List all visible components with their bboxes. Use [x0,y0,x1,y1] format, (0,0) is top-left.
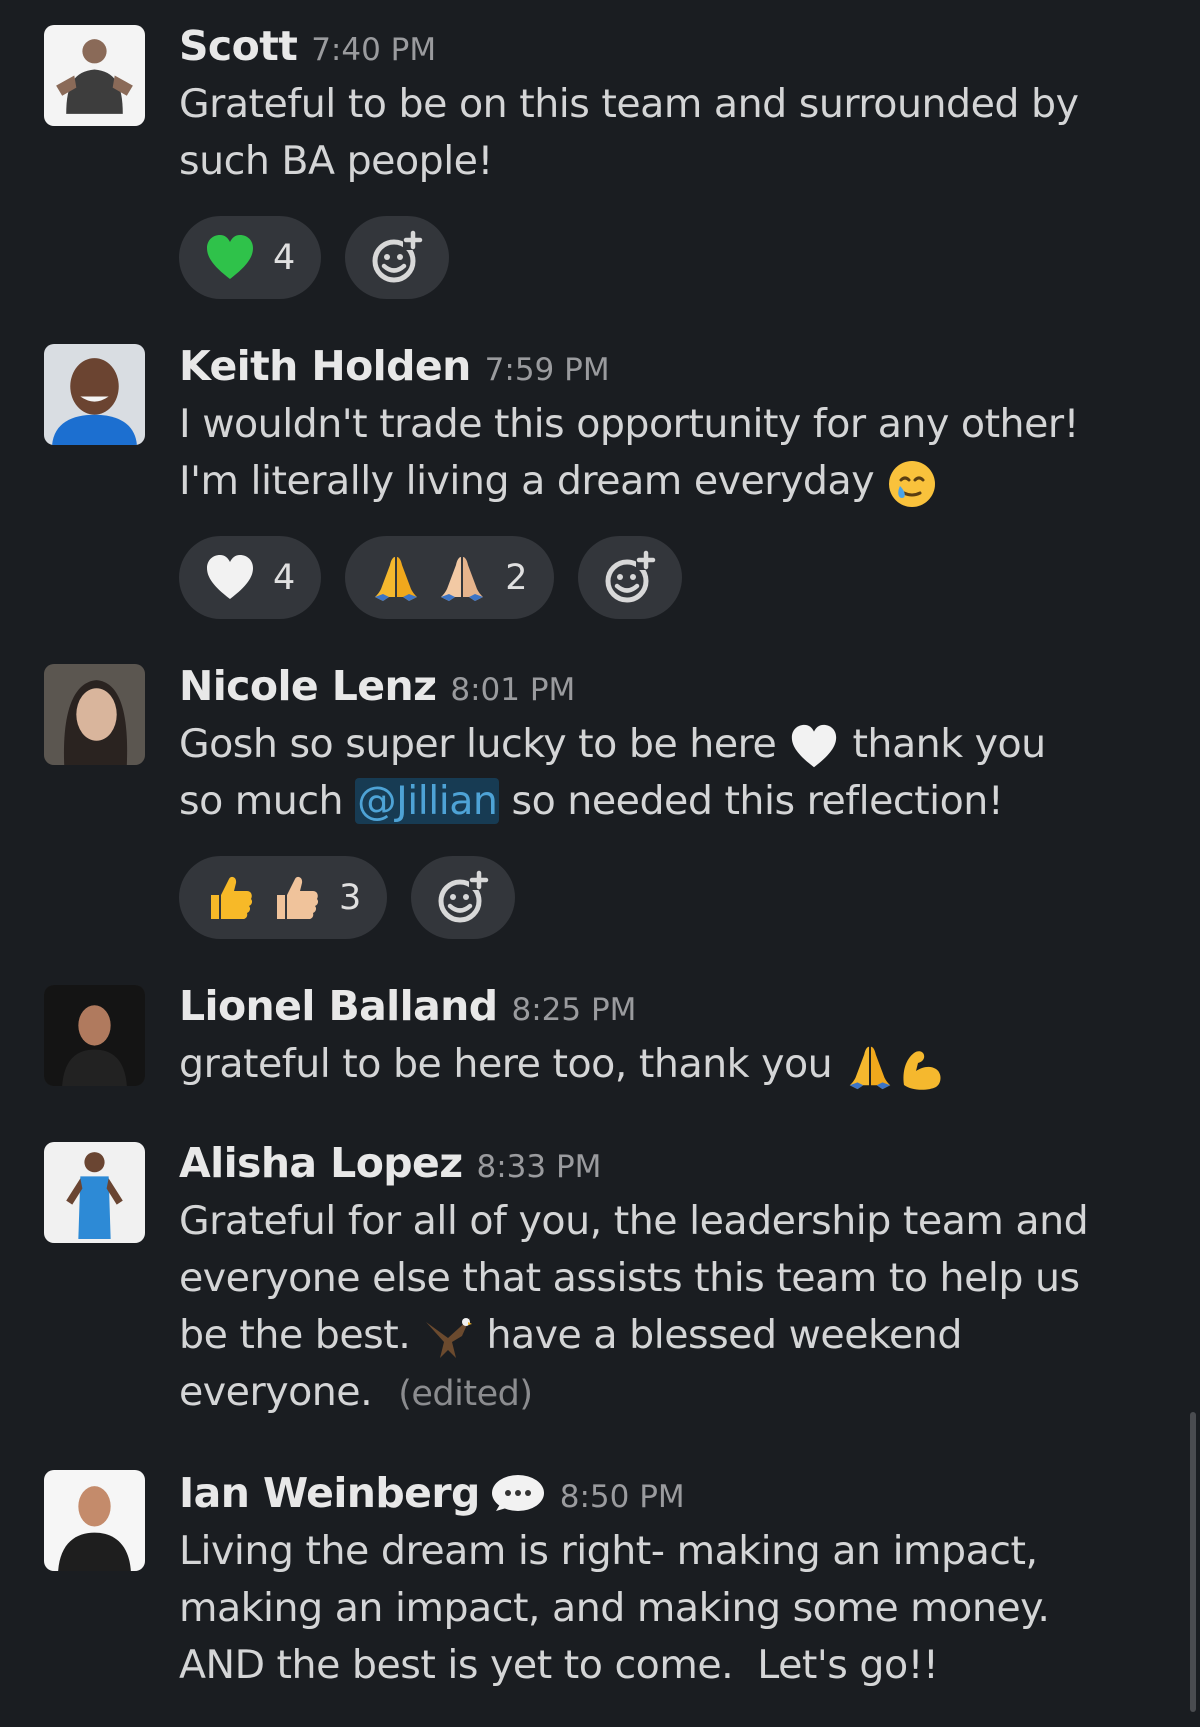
avatar-ian-weinberg[interactable] [44,1470,145,1571]
user-mention[interactable]: @Jillian [355,778,500,824]
timestamp[interactable]: 8:25 PM [512,992,637,1028]
add-reaction-icon [369,230,425,286]
author-name[interactable]: Keith Holden [179,342,471,390]
add-reaction-button[interactable] [411,856,516,939]
message-text: grateful to be here too, thank you [179,1036,1160,1093]
avatar-photo-icon [44,1470,145,1571]
reaction-count: 2 [505,557,528,598]
add-reaction-button[interactable] [345,216,450,299]
smiling-face-with-tear-icon [886,458,938,510]
reaction-count: 4 [273,557,296,598]
eagle-icon [422,1312,474,1364]
author-name[interactable]: Scott [179,22,298,70]
add-reaction-button[interactable] [577,536,682,619]
add-reaction-icon [602,550,658,606]
avatar-keith-holden[interactable] [44,344,145,445]
thumbs-up-light-icon [269,871,323,925]
message-text: Living the dream is right- making an imp… [179,1523,1160,1694]
timestamp[interactable]: 7:40 PM [311,32,436,68]
white-heart-icon [788,721,840,773]
add-reaction-icon [435,870,491,926]
avatar-photo-icon [44,25,145,126]
message-line: Grateful to be on this team and surround… [179,81,1079,127]
thumbs-up-icon [203,871,257,925]
green-heart-icon [203,231,257,285]
message-line: grateful to be here too, thank you [179,1036,1160,1093]
message-line: so much @Jillian so needed this reflecti… [179,778,1004,824]
reactions-bar: 4 2 [179,536,1160,619]
flexed-biceps-icon [896,1041,948,1093]
message-line: Gosh so super lucky to be here thank you [179,716,1160,773]
avatar-nicole-lenz[interactable] [44,664,145,765]
author-name[interactable]: Ian Weinberg [179,1469,480,1517]
timestamp[interactable]: 8:50 PM [560,1479,685,1515]
message-line: such BA people! [179,138,493,184]
message-feed: Scott 7:40 PM Grateful to be on this tea… [0,0,1200,1727]
reaction-thumbs-up[interactable]: 3 [179,856,388,939]
reaction-green-heart[interactable]: 4 [179,216,322,299]
avatar-scott[interactable] [44,25,145,126]
avatar-lionel-balland[interactable] [44,985,145,1086]
reaction-count: 4 [273,237,296,278]
white-heart-icon [203,551,257,605]
avatar-photo-icon [44,664,145,765]
message-line: I wouldn't trade this opportunity for an… [179,401,1079,447]
reaction-folded-hands[interactable]: 2 [345,536,554,619]
reactions-bar: 3 [179,856,1160,939]
avatar-photo-icon [44,1142,145,1243]
message-text: Grateful for all of you, the leadership … [179,1193,1160,1423]
message-line: everyone. (edited) [179,1369,533,1415]
reactions-bar: 4 [179,216,1160,299]
message-line: be the best. have a blessed weekend [179,1307,1160,1364]
message-line: making an impact, and making some money. [179,1585,1050,1631]
message-text: Grateful to be on this team and surround… [179,76,1160,190]
folded-hands-icon [844,1041,896,1093]
reaction-white-heart[interactable]: 4 [179,536,322,619]
folded-hands-icon [369,551,423,605]
avatar-photo-icon [44,985,145,1086]
message-text: I wouldn't trade this opportunity for an… [179,396,1160,510]
message-text: Gosh so super lucky to be here thank you… [179,716,1160,830]
folded-hands-light-icon [435,551,489,605]
reaction-count: 3 [339,877,362,918]
timestamp[interactable]: 8:33 PM [476,1149,601,1185]
edited-label: (edited) [398,1374,533,1414]
message-line: Living the dream is right- making an imp… [179,1528,1038,1574]
scrollbar[interactable] [1190,1412,1196,1712]
avatar-photo-icon [44,344,145,445]
author-name[interactable]: Nicole Lenz [179,662,437,710]
message-line: I'm literally living a dream everyday [179,453,1160,510]
message-line: AND the best is yet to come. Let's go!! [179,1642,939,1688]
timestamp[interactable]: 8:01 PM [450,672,575,708]
message-line: Grateful for all of you, the leadership … [179,1198,1089,1244]
author-name[interactable]: Lionel Balland [179,982,498,1030]
timestamp[interactable]: 7:59 PM [485,352,610,388]
speech-bubble-icon [488,1473,546,1519]
author-name[interactable]: Alisha Lopez [179,1139,463,1187]
avatar-alisha-lopez[interactable] [44,1142,145,1243]
message-line: everyone else that assists this team to … [179,1255,1080,1301]
